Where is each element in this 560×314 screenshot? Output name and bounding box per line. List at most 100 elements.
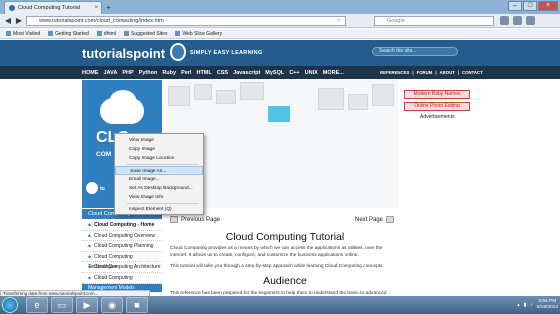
menu-item-forum[interactable]: FORUM — [417, 70, 433, 75]
sidebar-item-overview[interactable]: Cloud Computing Overview — [82, 231, 162, 242]
menu-icon[interactable] — [526, 16, 535, 25]
ctx-view-image[interactable]: View Image — [115, 136, 203, 145]
sidebar-item-technologies[interactable]: Cloud Computing Technologies — [82, 252, 162, 270]
bookmark-suggested-sites[interactable]: Suggested Sites — [124, 31, 167, 37]
site-tagline: SIMPLY EASY LEARNING — [190, 50, 263, 56]
url-text: www.tutorialspoint.com/cloud_computing/i… — [39, 18, 164, 24]
bookmarks-bar: Most Visited Getting Started dhtml Sugge… — [0, 29, 560, 39]
ctx-set-desktop-background[interactable]: Set As Desktop Background... — [115, 184, 203, 193]
menu-item-references[interactable]: REFERENCES — [380, 70, 409, 75]
menu-item-python[interactable]: Python — [139, 70, 158, 76]
download-icon[interactable] — [500, 16, 509, 25]
intro-paragraph: Cloud Computing provides us a means by w… — [170, 246, 383, 258]
browser-search-input[interactable]: Google — [374, 16, 494, 26]
banner-tile-highlight — [268, 106, 290, 122]
bookmark-icon — [48, 30, 54, 36]
previous-page-link[interactable]: Previous Page — [170, 216, 220, 223]
bookmark-web-slice-gallery[interactable]: Web Slice Gallery — [175, 31, 222, 37]
minimize-button[interactable]: – — [508, 1, 522, 11]
bookmark-getting-started[interactable]: Getting Started — [48, 31, 89, 37]
window-controls: – □ × — [508, 1, 558, 11]
bookmark-label: Suggested Sites — [131, 30, 168, 37]
close-window-button[interactable]: × — [538, 1, 558, 11]
ctx-save-image-as[interactable]: Save Image As... — [115, 166, 203, 175]
taskbar-media-icon[interactable]: ▶ — [76, 297, 98, 313]
banner-tile — [348, 94, 368, 110]
home-icon[interactable] — [513, 16, 522, 25]
bookmark-label: Web Slice Gallery — [182, 30, 223, 37]
ad-button-photo-editing[interactable]: Online Photo Editing — [404, 102, 470, 111]
menu-item-html[interactable]: HTML — [196, 70, 211, 76]
bookmark-star-icon[interactable]: ☆ — [336, 17, 341, 25]
tutorial-paragraph: This tutorial will take you through a st… — [170, 264, 384, 269]
menu-item-javascript[interactable]: Javascript — [233, 70, 260, 76]
menu-item-php[interactable]: PHP — [122, 70, 133, 76]
sidebar-item-infrastructure[interactable]: Cloud Computing Infrastructure — [82, 273, 162, 291]
taskbar-firefox-icon[interactable]: ◉ — [101, 297, 123, 313]
taskbar-apps: e ▭ ▶ ◉ ■ — [26, 297, 148, 313]
bookmark-icon — [124, 30, 130, 36]
menu-item-java[interactable]: JAVA — [104, 70, 118, 76]
ctx-inspect-element[interactable]: Inspect Element (Q) — [115, 205, 203, 214]
taskbar-ie-icon[interactable]: e — [26, 297, 48, 313]
bookmark-label: Most Visited — [13, 30, 41, 37]
sidebar-item-home[interactable]: Cloud Computing - Home — [82, 220, 162, 231]
banner-tile — [318, 88, 344, 110]
previous-page-label: Previous Page — [181, 216, 221, 223]
menu-item-more[interactable]: MORE... — [323, 70, 344, 76]
advertisements-label: Advertisements — [420, 114, 455, 120]
sidebar-list: Cloud Computing - Home Cloud Computing O… — [82, 220, 162, 291]
address-bar[interactable]: www.tutorialspoint.com/cloud_computing/i… — [26, 16, 346, 26]
browser-tab[interactable]: Cloud Computing Tutorial × — [4, 1, 102, 14]
taskbar-app-icon[interactable]: ■ — [126, 297, 148, 313]
maximize-button[interactable]: □ — [523, 1, 537, 11]
ctx-copy-image-location[interactable]: Copy Image Location — [115, 154, 203, 163]
folder-icon — [96, 30, 102, 36]
menu-item-mysql[interactable]: MySQL — [265, 70, 284, 76]
menu-item-about[interactable]: ABOUT — [440, 70, 455, 75]
menu-item-cpp[interactable]: C++ — [289, 70, 299, 76]
new-tab-icon[interactable]: + — [104, 3, 113, 12]
next-page-label: Next Page — [355, 216, 384, 223]
previous-icon — [170, 216, 178, 223]
sidebar-item-architecture[interactable]: Cloud Computing Architecture — [82, 262, 162, 273]
mini-logo-text: tu — [100, 186, 105, 192]
taskbar-clock[interactable]: 3:54 PM 6/18/2014 — [537, 299, 558, 311]
ad-button-baby-names[interactable]: Modern Baby Names — [404, 90, 470, 99]
next-page-link[interactable]: Next Page — [355, 216, 395, 223]
bookmark-most-visited[interactable]: Most Visited — [6, 31, 40, 37]
menu-separator: | — [412, 70, 414, 75]
close-tab-icon[interactable]: × — [94, 5, 98, 11]
sidebar-item-label: Cloud Computing - Home — [94, 222, 155, 228]
banner-tile — [240, 82, 264, 100]
menu-item-contact[interactable]: CONTACT — [462, 70, 483, 75]
taskbar-explorer-icon[interactable]: ▭ — [51, 297, 73, 313]
bookmark-icon — [175, 30, 181, 36]
browser-search-placeholder: Google — [387, 18, 405, 24]
section-heading: Audience — [263, 275, 307, 287]
ctx-email-image[interactable]: Email Image... — [115, 175, 203, 184]
site-search-input[interactable]: Search the site... — [372, 47, 458, 56]
tray-flag-icon[interactable]: ▴ — [517, 303, 519, 308]
menu-item-perl[interactable]: Perl — [181, 70, 191, 76]
banner-tile — [372, 84, 394, 106]
bookmark-icon — [6, 30, 11, 36]
banner-tile — [194, 84, 212, 100]
system-tray: ▴ ▮ ♪ 3:54 PM 6/18/2014 — [460, 297, 558, 313]
menu-item-home[interactable]: HOME — [82, 70, 99, 76]
menu-item-css[interactable]: CSS — [217, 70, 228, 76]
ctx-copy-image[interactable]: Copy Image — [115, 145, 203, 154]
start-button[interactable] — [2, 297, 18, 313]
ctx-view-image-info[interactable]: View Image Info — [115, 193, 203, 202]
tray-volume-icon[interactable]: ♪ — [530, 303, 532, 308]
page-title: Cloud Computing Tutorial — [225, 231, 345, 243]
menu-item-unix[interactable]: UNIX — [305, 70, 318, 76]
sidebar-item-planning[interactable]: Cloud Computing Planning — [82, 241, 162, 252]
tray-network-icon[interactable]: ▮ — [524, 303, 527, 308]
banner-tile — [168, 86, 190, 106]
site-logo[interactable]: tutorialspoint — [82, 46, 165, 61]
bookmark-label: Getting Started — [55, 30, 89, 37]
menu-item-ruby[interactable]: Ruby — [162, 70, 176, 76]
bookmark-dhtml[interactable]: dhtml — [96, 30, 116, 37]
forward-icon[interactable]: ▶ — [13, 15, 25, 27]
